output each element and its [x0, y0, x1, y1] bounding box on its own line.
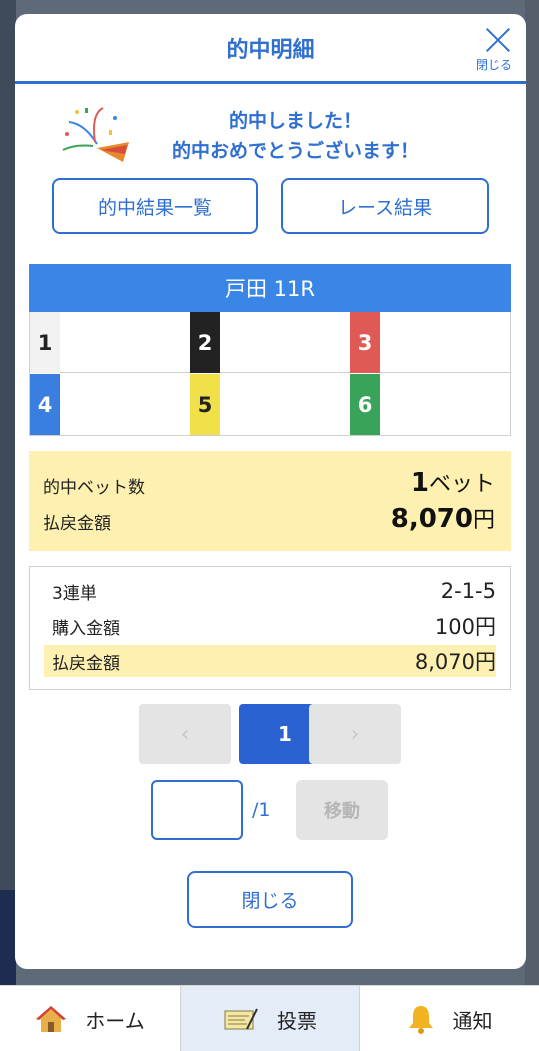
background-navy-block	[0, 890, 16, 985]
prev-page-button[interactable]: ‹	[139, 704, 231, 764]
background-app-right	[525, 0, 539, 985]
bottom-tab-bar: ホーム 投票 通知	[0, 985, 539, 1051]
payout-value: 8,070円	[390, 504, 495, 534]
hit-summary: 的中ベット数 1ベット 払戻金額 8,070円	[29, 451, 511, 551]
bet-type-row: 3連単 2-1-5	[44, 575, 496, 607]
purchase-label: 購入金額	[52, 618, 120, 639]
entry-row: 1 2 3	[30, 312, 510, 373]
tab-home[interactable]: ホーム	[0, 986, 180, 1051]
bet-count-label: 的中ベット数	[43, 478, 145, 498]
boat-number: 6	[350, 374, 380, 435]
boat-number: 2	[190, 312, 220, 373]
close-button[interactable]: 閉じる	[187, 871, 353, 928]
bet-type-label: 3連単	[52, 583, 97, 604]
detail-payout-label: 払戻金額	[52, 653, 120, 674]
bell-icon	[408, 1006, 433, 1034]
bet-count-value: 1ベット	[410, 468, 495, 498]
boat-number: 1	[30, 312, 60, 373]
boat-number: 5	[190, 374, 220, 435]
bet-detail: 3連単 2-1-5 購入金額 100円 払戻金額 8,070円	[29, 566, 511, 690]
hit-detail-modal: 的中明細 閉じる 的中しました！ 的中おめでとうございます！ 的中結果一覧 レー…	[15, 14, 526, 969]
boat-number: 3	[350, 312, 380, 373]
congratulation-message: 的中しました！ 的中おめでとうございます！	[125, 106, 466, 166]
race-entries: 1 2 3 4 5 6	[29, 312, 511, 436]
purchase-row: 購入金額 100円	[44, 610, 496, 642]
congrats-line-2: 的中おめでとうございます！	[171, 140, 419, 162]
bet-combination: 2-1-5	[440, 579, 496, 603]
entry-row: 4 5 6	[30, 374, 510, 435]
close-icon[interactable]	[484, 26, 512, 54]
payout-label: 払戻金額	[43, 514, 111, 534]
congrats-line-1: 的中しました！	[228, 110, 362, 132]
home-icon	[36, 1006, 67, 1032]
hit-results-list-button[interactable]: 的中結果一覧	[52, 178, 258, 234]
tab-notify-label: 通知	[452, 1008, 493, 1033]
detail-payout-value: 8,070円	[414, 650, 496, 674]
race-title: 戸田 11R	[29, 264, 511, 312]
background-app-left	[0, 0, 16, 985]
page-number-input[interactable]	[151, 780, 243, 840]
tab-vote[interactable]: 投票	[181, 986, 359, 1051]
tab-home-label: ホーム	[85, 1008, 145, 1033]
page-total: /1	[252, 799, 271, 821]
race-results-button[interactable]: レース結果	[281, 178, 489, 234]
boat-number: 4	[30, 374, 60, 435]
ticket-icon	[224, 1008, 258, 1030]
move-button[interactable]: 移動	[296, 780, 388, 840]
modal-header: 的中明細 閉じる	[15, 14, 526, 84]
purchase-value: 100円	[434, 615, 496, 639]
close-label[interactable]: 閉じる	[476, 56, 512, 73]
tab-vote-label: 投票	[277, 1008, 317, 1033]
next-page-button[interactable]: ›	[309, 704, 401, 764]
tab-notify[interactable]: 通知	[360, 986, 539, 1051]
detail-payout-row: 払戻金額 8,070円	[44, 645, 496, 677]
modal-title: 的中明細	[226, 38, 315, 63]
